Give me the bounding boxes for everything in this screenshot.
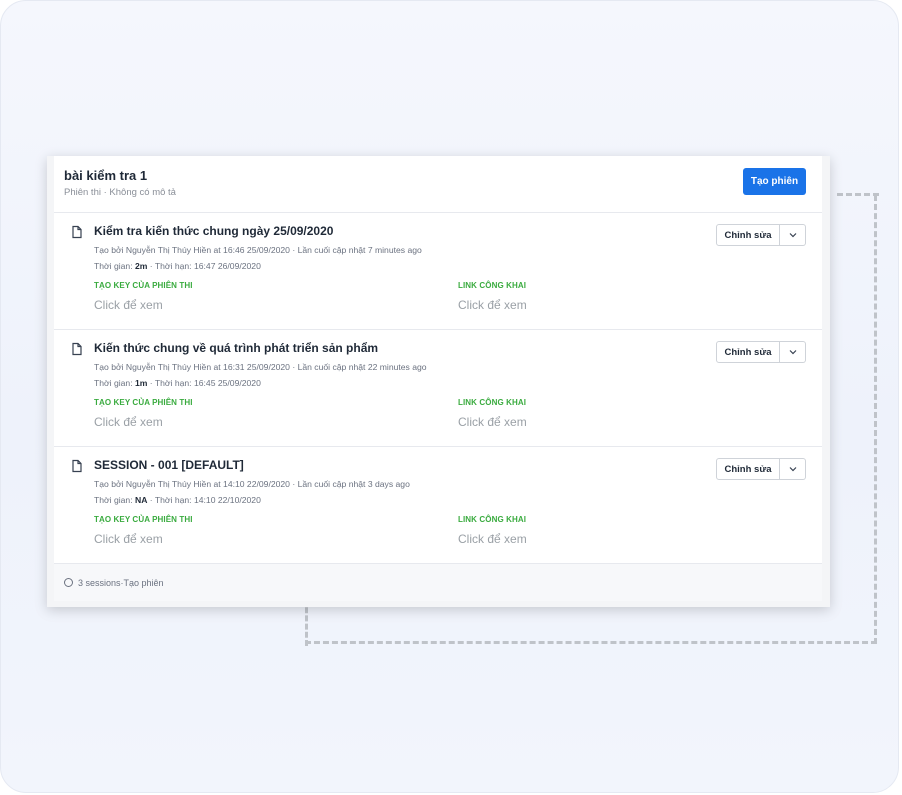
more-options-dropdown[interactable] — [780, 458, 806, 480]
footer-create-session-link[interactable]: Tạo phiên — [124, 578, 164, 588]
chevron-down-icon — [789, 233, 796, 238]
page-subtitle: Phiên thi · Không có mô tả — [64, 187, 176, 198]
card-footer: 3 sessions · Tạo phiên — [54, 564, 822, 601]
edit-button-group: Chỉnh sửa — [716, 341, 806, 363]
session-duration: 2m — [134, 261, 148, 271]
session-key-reveal-link[interactable]: Click để xem — [94, 298, 163, 312]
public-link-label: LINK CÔNG KHAI — [458, 398, 527, 407]
edit-button[interactable]: Chỉnh sửa — [716, 341, 780, 363]
circle-icon — [64, 578, 73, 587]
session-time-info: Thời gian: 2m · Thời hạn: 16:47 26/09/20… — [94, 261, 261, 271]
edit-button-group: Chỉnh sửa — [716, 224, 806, 246]
page-background: bài kiểm tra 1 Phiên thi · Không có mô t… — [0, 0, 899, 793]
more-options-dropdown[interactable] — [780, 341, 806, 363]
session-key-label: TẠO KEY CỦA PHIÊN THI — [94, 281, 193, 290]
session-time-info: Thời gian: 1m · Thời hạn: 16:45 25/09/20… — [94, 378, 261, 388]
edit-button[interactable]: Chỉnh sửa — [716, 224, 780, 246]
public-link-reveal-link[interactable]: Click để xem — [458, 415, 527, 429]
session-key-label: TẠO KEY CỦA PHIÊN THI — [94, 398, 193, 407]
chevron-down-icon — [789, 467, 796, 472]
session-item: Kiểm tra kiến thức chung ngày 25/09/2020… — [54, 213, 822, 330]
public-link-reveal-link[interactable]: Click để xem — [458, 532, 527, 546]
session-file-icon — [70, 459, 84, 473]
sessions-card: bài kiểm tra 1 Phiên thi · Không có mô t… — [47, 156, 830, 607]
session-title[interactable]: SESSION - 001 [DEFAULT] — [94, 458, 244, 472]
session-key-reveal-link[interactable]: Click để xem — [94, 415, 163, 429]
session-title[interactable]: Kiểm tra kiến thức chung ngày 25/09/2020 — [94, 224, 333, 238]
create-session-button[interactable]: Tạo phiên — [743, 168, 806, 195]
session-file-icon — [70, 342, 84, 356]
session-key-reveal-link[interactable]: Click để xem — [94, 532, 163, 546]
session-duration: 1m — [134, 378, 148, 388]
session-time-info: Thời gian: NA · Thời hạn: 14:10 22/10/20… — [94, 495, 261, 505]
sessions-panel: bài kiểm tra 1 Phiên thi · Không có mô t… — [54, 156, 822, 601]
session-meta: Tạo bởi Nguyễn Thị Thúy Hiền at 14:10 22… — [94, 476, 410, 508]
session-meta: Tạo bởi Nguyễn Thị Thúy Hiền at 16:31 25… — [94, 359, 427, 391]
session-count: 3 sessions — [78, 577, 121, 588]
session-file-icon — [70, 225, 84, 239]
page-title: bài kiểm tra 1 — [64, 168, 148, 183]
session-item: SESSION - 001 [DEFAULT] Tạo bởi Nguyễn T… — [54, 447, 822, 564]
session-item: Kiến thức chung về quá trình phát triển … — [54, 330, 822, 447]
public-link-label: LINK CÔNG KHAI — [458, 515, 527, 524]
more-options-dropdown[interactable] — [780, 224, 806, 246]
session-created-info: Tạo bởi Nguyễn Thị Thúy Hiền at 14:10 22… — [94, 479, 410, 489]
session-meta: Tạo bởi Nguyễn Thị Thúy Hiền at 16:46 25… — [94, 242, 422, 274]
session-key-label: TẠO KEY CỦA PHIÊN THI — [94, 515, 193, 524]
session-title[interactable]: Kiến thức chung về quá trình phát triển … — [94, 341, 378, 355]
card-header: bài kiểm tra 1 Phiên thi · Không có mô t… — [54, 156, 822, 213]
session-duration: NA — [134, 495, 148, 505]
session-created-info: Tạo bởi Nguyễn Thị Thúy Hiền at 16:31 25… — [94, 362, 427, 372]
edit-button[interactable]: Chỉnh sửa — [716, 458, 780, 480]
public-link-label: LINK CÔNG KHAI — [458, 281, 527, 290]
edit-button-group: Chỉnh sửa — [716, 458, 806, 480]
session-created-info: Tạo bởi Nguyễn Thị Thúy Hiền at 16:46 25… — [94, 245, 422, 255]
chevron-down-icon — [789, 350, 796, 355]
public-link-reveal-link[interactable]: Click để xem — [458, 298, 527, 312]
